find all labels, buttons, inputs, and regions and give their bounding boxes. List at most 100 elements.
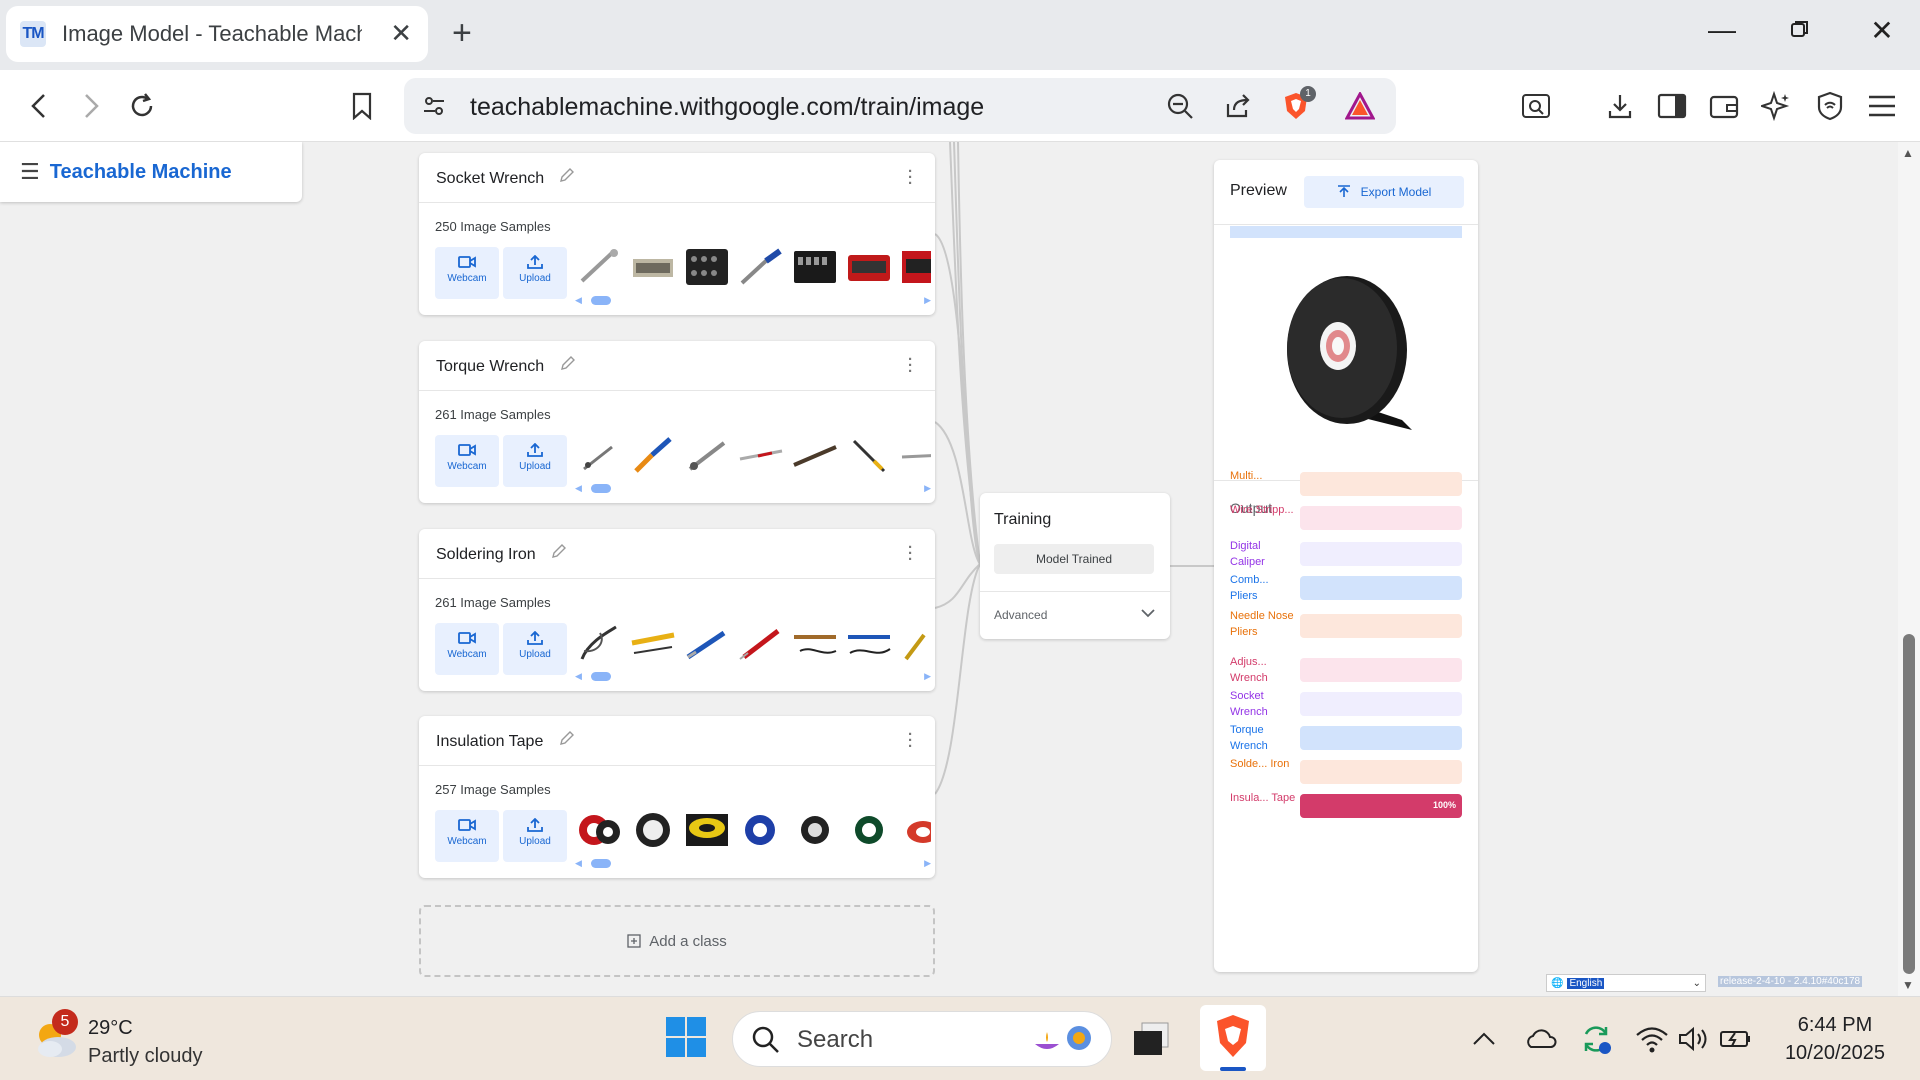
leo-search-icon[interactable] — [1518, 88, 1554, 124]
sample-image — [791, 808, 839, 852]
scroll-left-icon[interactable]: ◀ — [575, 483, 582, 494]
upload-button[interactable]: Upload — [503, 247, 567, 299]
class-card-torque-wrench: Torque Wrench · · · 261 Image Samples Webc… — [419, 341, 935, 503]
output-class-name: Socket Wrench — [1230, 690, 1268, 718]
globe-icon: 🌐 — [1551, 977, 1564, 989]
page-scrollbar[interactable]: ▲ ▼ — [1898, 142, 1920, 996]
train-model-button[interactable]: Model Trained — [994, 544, 1154, 574]
scroll-left-icon[interactable]: ◀ — [575, 295, 582, 306]
sample-image — [791, 245, 839, 289]
output-class-name: Comb... Pliers — [1230, 574, 1269, 602]
scroll-right-icon[interactable]: ▶ — [924, 858, 931, 869]
class-name[interactable]: Torque Wrench — [436, 358, 544, 376]
sidebar-icon[interactable] — [1654, 88, 1690, 124]
windows-start-icon[interactable] — [662, 1013, 710, 1061]
sample-thumbnails[interactable] — [575, 808, 931, 854]
webcam-button[interactable]: Webcam — [435, 623, 499, 675]
scroll-left-icon[interactable]: ◀ — [575, 858, 582, 869]
leo-ai-icon[interactable] — [1758, 88, 1794, 124]
battery-charging-icon[interactable] — [1712, 1015, 1760, 1063]
sample-thumbnails[interactable] — [575, 621, 931, 667]
scrollbar-thumb[interactable] — [1903, 634, 1915, 974]
app-logo[interactable]: Teachable Machine — [50, 161, 232, 184]
thumbnail-scrollbar[interactable] — [591, 296, 611, 305]
thumbnail-scrollbar[interactable] — [591, 484, 611, 493]
forward-icon[interactable] — [72, 88, 108, 124]
more-options-icon[interactable]: · · · — [908, 540, 913, 567]
onedrive-cloud-icon[interactable] — [1516, 1015, 1564, 1063]
sample-image — [575, 433, 623, 477]
site-settings-icon[interactable] — [418, 90, 450, 122]
weather-widget[interactable]: 5 29°C Partly cloudy — [30, 1009, 230, 1067]
minimize-icon[interactable]: — — [1702, 14, 1742, 46]
address-bar[interactable]: teachablemachine.withgoogle.com/train/im… — [404, 78, 1396, 134]
thumbnail-scrollbar[interactable] — [591, 859, 611, 868]
taskbar-brave-browser[interactable] — [1200, 1005, 1266, 1071]
back-icon[interactable] — [22, 88, 58, 124]
advanced-toggle[interactable]: Advanced — [980, 591, 1170, 639]
export-model-button[interactable]: Export Model — [1304, 176, 1464, 208]
sample-image — [683, 245, 731, 289]
scroll-right-icon[interactable]: ▶ — [924, 671, 931, 682]
chevron-up-icon[interactable] — [1460, 1015, 1508, 1063]
brave-rewards-icon[interactable] — [1344, 90, 1376, 122]
sync-icon[interactable] — [1572, 1015, 1620, 1063]
upload-button[interactable]: Upload — [503, 435, 567, 487]
add-class-button[interactable]: Add a class — [419, 905, 935, 977]
scroll-up-icon[interactable]: ▲ — [1902, 146, 1914, 160]
restore-icon[interactable] — [1780, 14, 1820, 46]
browser-tab[interactable]: TM Image Model - Teachable Machine ✕ — [6, 6, 428, 62]
thumbnail-scrollbar[interactable] — [591, 672, 611, 681]
webcam-button[interactable]: Webcam — [435, 810, 499, 862]
brave-shields-icon[interactable]: 1 — [1280, 86, 1316, 122]
active-app-indicator — [1220, 1067, 1246, 1071]
class-name[interactable]: Socket Wrench — [436, 170, 544, 188]
menu-icon[interactable] — [1864, 88, 1900, 124]
reload-icon[interactable] — [124, 88, 160, 124]
system-clock[interactable]: 6:44 PM 10/20/2025 — [1770, 1011, 1900, 1067]
scroll-left-icon[interactable]: ◀ — [575, 671, 582, 682]
edit-pencil-icon[interactable] — [559, 730, 577, 748]
edit-pencil-icon[interactable] — [551, 543, 569, 561]
task-view-icon[interactable] — [1128, 1015, 1176, 1063]
share-icon[interactable] — [1222, 90, 1254, 122]
vpn-icon[interactable] — [1812, 88, 1848, 124]
downloads-icon[interactable] — [1602, 88, 1638, 124]
webcam-button[interactable]: Webcam — [435, 435, 499, 487]
volume-icon[interactable] — [1670, 1015, 1718, 1063]
zoom-out-icon[interactable] — [1164, 90, 1196, 122]
more-options-icon[interactable]: · · · — [908, 352, 913, 379]
scroll-right-icon[interactable]: ▶ — [924, 295, 931, 306]
wallet-icon[interactable] — [1706, 88, 1742, 124]
edit-pencil-icon[interactable] — [560, 355, 578, 373]
close-window-icon[interactable]: ✕ — [1862, 14, 1902, 47]
brave-browser-icon — [1217, 1015, 1249, 1057]
sample-thumbnails[interactable] — [575, 433, 931, 479]
shields-count-badge: 1 — [1300, 86, 1316, 102]
confidence-bar — [1300, 472, 1462, 496]
sample-thumbnails[interactable] — [575, 245, 931, 291]
class-name[interactable]: Soldering Iron — [436, 546, 536, 564]
more-options-icon[interactable]: · · · — [908, 727, 913, 754]
sample-count: 261 Image Samples — [435, 595, 551, 610]
sample-image — [845, 245, 893, 289]
wifi-icon[interactable] — [1628, 1015, 1676, 1063]
webcam-button[interactable]: Webcam — [435, 247, 499, 299]
tab-close-icon[interactable]: ✕ — [390, 18, 412, 49]
upload-button[interactable]: Upload — [503, 810, 567, 862]
language-select[interactable]: 🌐 English ⌄ — [1546, 974, 1706, 992]
scroll-right-icon[interactable]: ▶ — [924, 483, 931, 494]
upload-button[interactable]: Upload — [503, 623, 567, 675]
class-name[interactable]: Insulation Tape — [436, 733, 543, 751]
bookmark-icon[interactable] — [344, 88, 380, 124]
taskbar-search[interactable]: Search — [732, 1011, 1112, 1067]
output-class-name: Insula... Tape — [1230, 792, 1296, 804]
training-panel: Training Model Trained Advanced — [980, 493, 1170, 639]
more-options-icon[interactable]: · · · — [908, 164, 913, 191]
input-source-bar[interactable] — [1230, 226, 1462, 238]
url-text[interactable]: teachablemachine.withgoogle.com/train/im… — [470, 93, 984, 122]
edit-pencil-icon[interactable] — [559, 167, 577, 185]
new-tab-icon[interactable]: + — [452, 14, 472, 53]
scroll-down-icon[interactable]: ▼ — [1902, 978, 1914, 992]
hamburger-menu-icon[interactable]: ☰ — [20, 159, 40, 185]
